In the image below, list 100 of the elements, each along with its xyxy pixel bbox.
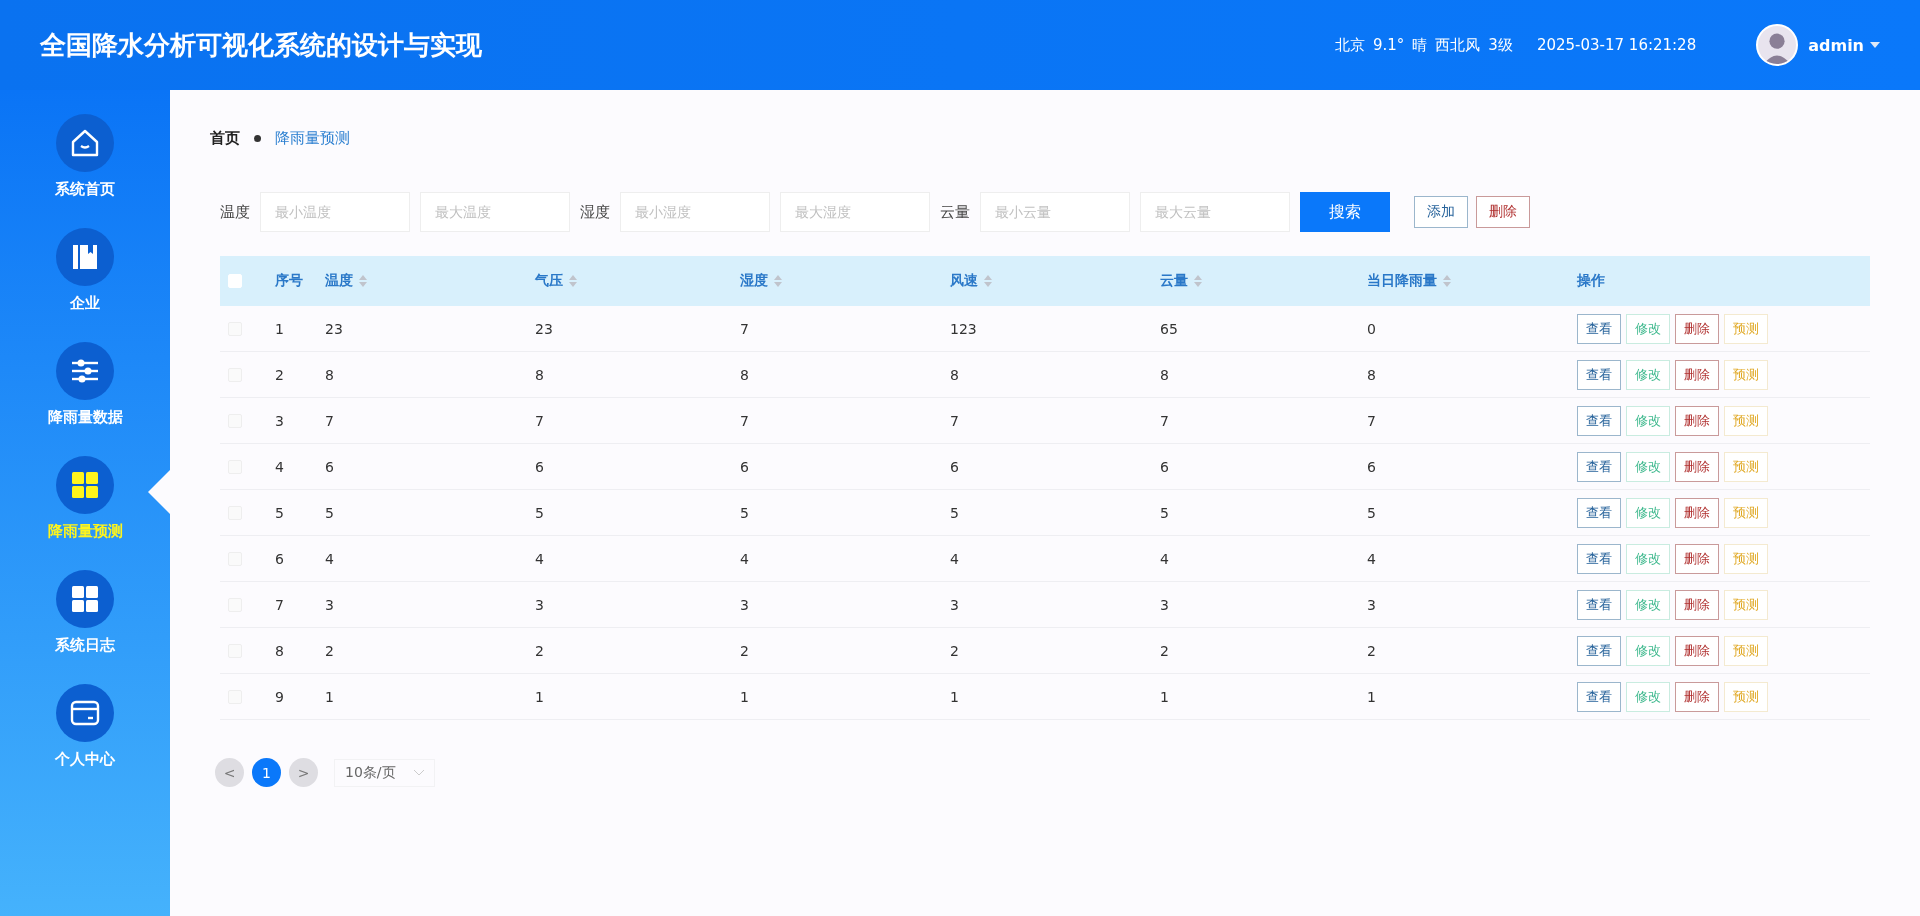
- row-action-button[interactable]: 查看: [1577, 313, 1621, 344]
- row-action-button[interactable]: 修改: [1626, 405, 1670, 436]
- row-action-button[interactable]: 删除: [1675, 313, 1719, 344]
- row-action-button[interactable]: 预测: [1724, 497, 1768, 528]
- row-action-button[interactable]: 删除: [1675, 451, 1719, 482]
- table-cell-text: 2: [1367, 642, 1377, 659]
- row-action-button[interactable]: 删除: [1675, 589, 1719, 620]
- row-action-button[interactable]: 删除: [1675, 497, 1719, 528]
- table-cell-text: 5: [740, 504, 750, 521]
- column-header: 操作: [1577, 272, 1605, 290]
- nav-item[interactable]: 企业: [0, 228, 170, 313]
- row-action-button[interactable]: 修改: [1626, 313, 1670, 344]
- row-action-button[interactable]: 预测: [1724, 405, 1768, 436]
- row-action-button[interactable]: 预测: [1724, 451, 1768, 482]
- table-cell-text: 123: [950, 320, 978, 337]
- table-cell-text: 2: [740, 642, 750, 659]
- chevron-down-icon[interactable]: [413, 769, 424, 776]
- sort-icon[interactable]: [1443, 275, 1451, 287]
- row-action-button[interactable]: 查看: [1577, 359, 1621, 390]
- filter-label: 温度: [220, 202, 250, 222]
- row-action-button[interactable]: 预测: [1724, 359, 1768, 390]
- table-cell-text: 4: [275, 458, 285, 475]
- row-action-button[interactable]: 删除: [1675, 359, 1719, 390]
- table-cell-text: 1: [535, 688, 545, 705]
- row-action-button[interactable]: 预测: [1724, 313, 1768, 344]
- table-cell-text: 8: [740, 366, 750, 383]
- row-action-button[interactable]: 查看: [1577, 589, 1621, 620]
- row-action-button[interactable]: 删除: [1675, 405, 1719, 436]
- row-action-button[interactable]: 修改: [1626, 635, 1670, 666]
- table-cell-text: 1: [950, 688, 960, 705]
- row-action-button[interactable]: 查看: [1577, 497, 1621, 528]
- select-all-checkbox[interactable]: [228, 274, 242, 288]
- table-cell-text: 1: [740, 688, 750, 705]
- row-action-button[interactable]: 删除: [1675, 635, 1719, 666]
- row-action-button[interactable]: 修改: [1626, 543, 1670, 574]
- column-header: 湿度: [740, 272, 768, 290]
- row-action-button[interactable]: 修改: [1626, 681, 1670, 712]
- nav-item[interactable]: 个人中心: [0, 684, 170, 769]
- table-cell-text: 9: [275, 688, 285, 705]
- page-size-select[interactable]: 10条/页: [334, 758, 435, 787]
- breadcrumb-link[interactable]: 首页: [210, 128, 240, 148]
- row-action-button[interactable]: 修改: [1626, 359, 1670, 390]
- table-cell-text: 1: [275, 320, 285, 337]
- next-page-button[interactable]: >: [289, 758, 318, 787]
- nav-item[interactable]: 降雨量预测: [0, 456, 170, 541]
- nav-item[interactable]: 降雨量数据: [0, 342, 170, 427]
- filter-input[interactable]: 最大湿度: [780, 192, 930, 232]
- table-cell-text: 3: [1367, 596, 1377, 613]
- row-action-button[interactable]: 预测: [1724, 635, 1768, 666]
- row-action-button[interactable]: 查看: [1577, 451, 1621, 482]
- nav-item[interactable]: 系统首页: [0, 114, 170, 199]
- table-cell-text: 2: [535, 642, 545, 659]
- column-header: 序号: [275, 272, 303, 290]
- table-cell-text: 5: [1367, 504, 1377, 521]
- row-action-button[interactable]: 删除: [1675, 543, 1719, 574]
- caret-icon[interactable]: [1870, 42, 1880, 48]
- row-action-button[interactable]: 预测: [1724, 681, 1768, 712]
- row-action-button[interactable]: 查看: [1577, 405, 1621, 436]
- nav-item[interactable]: 系统日志: [0, 570, 170, 655]
- table-cell-text: 6: [1367, 458, 1377, 475]
- filter-label: 湿度: [580, 202, 610, 222]
- date-time: 2025-03-17 16:21:28: [1536, 36, 1697, 54]
- table-cell-text: 6: [740, 458, 750, 475]
- sort-icon[interactable]: [359, 275, 367, 287]
- user-avatar[interactable]: [1756, 24, 1799, 66]
- table-cell-text: 4: [1160, 550, 1170, 567]
- table-cell-text: 23: [325, 320, 344, 337]
- table-cell-text: 6: [275, 550, 285, 567]
- sort-icon[interactable]: [1194, 275, 1202, 287]
- row-action-button[interactable]: 删除: [1675, 681, 1719, 712]
- sort-icon[interactable]: [774, 275, 782, 287]
- table-cell-text: 6: [325, 458, 335, 475]
- sort-icon[interactable]: [984, 275, 992, 287]
- add-button[interactable]: 添加: [1414, 196, 1468, 228]
- filter-input[interactable]: 最小云量: [980, 192, 1130, 232]
- delete-button[interactable]: 删除: [1476, 196, 1530, 228]
- filter-input[interactable]: 最大温度: [420, 192, 570, 232]
- sort-icon[interactable]: [569, 275, 577, 287]
- filter-input[interactable]: 最小温度: [260, 192, 410, 232]
- breadcrumb-link[interactable]: 降雨量预测: [275, 128, 350, 148]
- filter-input[interactable]: 最小湿度: [620, 192, 770, 232]
- prev-page-button[interactable]: <: [215, 758, 244, 787]
- row-action-button[interactable]: 修改: [1626, 589, 1670, 620]
- row-action-button[interactable]: 预测: [1724, 543, 1768, 574]
- table-cell-text: 7: [950, 412, 960, 429]
- row-action-button[interactable]: 查看: [1577, 635, 1621, 666]
- table-cell-text: 3: [1160, 596, 1170, 613]
- row-action-button[interactable]: 查看: [1577, 543, 1621, 574]
- table-cell-text: 7: [275, 596, 285, 613]
- table-cell-text: 6: [535, 458, 545, 475]
- row-action-button[interactable]: 修改: [1626, 451, 1670, 482]
- filter-input[interactable]: 最大云量: [1140, 192, 1290, 232]
- row-action-button[interactable]: 修改: [1626, 497, 1670, 528]
- search-button[interactable]: 搜索: [1300, 192, 1390, 232]
- row-action-button[interactable]: 查看: [1577, 681, 1621, 712]
- table-cell-text: 23: [535, 320, 554, 337]
- page-button[interactable]: 1: [252, 758, 281, 787]
- user-name[interactable]: admin: [1808, 35, 1864, 55]
- row-action-button[interactable]: 预测: [1724, 589, 1768, 620]
- breadcrumb-separator: [254, 134, 261, 142]
